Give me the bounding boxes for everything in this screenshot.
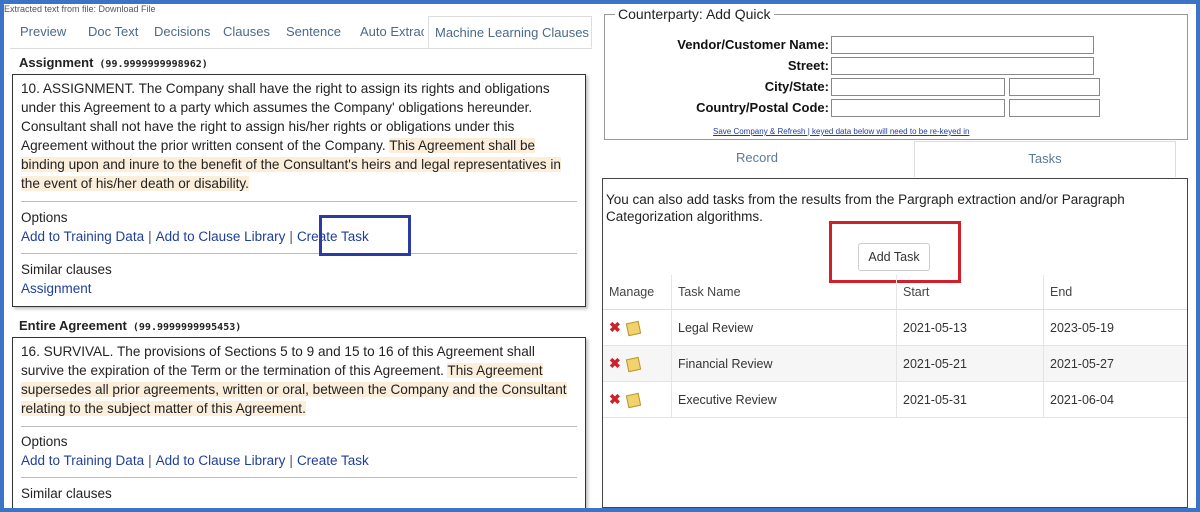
clause-card: 10. ASSIGNMENT. The Company shall have t…	[12, 74, 586, 307]
divider	[21, 253, 577, 254]
table-row: ✖ Executive Review 2021-05-31 2021-06-04	[603, 381, 1187, 418]
link-separator: |	[289, 229, 293, 244]
column-header-manage: Manage	[603, 275, 672, 310]
source-note: Extracted text from file: Download File	[4, 4, 156, 14]
divider	[21, 426, 577, 427]
divider	[21, 201, 577, 202]
tasks-panel: You can also add tasks from the results …	[602, 178, 1188, 508]
start-date-cell: 2021-05-31	[896, 381, 1044, 418]
right-panel: Vendor/Customer Name: Street: City/State…	[598, 4, 1196, 508]
vendor-name-input[interactable]	[831, 36, 1094, 54]
divider	[21, 477, 577, 478]
edit-icon[interactable]	[625, 392, 641, 409]
clause-card: 16. SURVIVAL. The provisions of Sections…	[12, 337, 586, 508]
tab-preview[interactable]: Preview	[20, 16, 88, 48]
street-input[interactable]	[831, 57, 1094, 75]
create-task-link[interactable]: Create Task	[297, 453, 369, 468]
clause-score: (99.9999999998962)	[99, 59, 208, 70]
start-date-cell: 2021-05-13	[896, 309, 1044, 346]
manage-cell: ✖	[603, 345, 672, 382]
clause-title: Assignment (99.9999999998962)	[19, 55, 208, 70]
tab-doc-text[interactable]: Doc Text	[88, 16, 152, 48]
annotation-highlight-box	[319, 215, 411, 256]
tab-tasks[interactable]: Tasks	[914, 141, 1176, 177]
column-header-task-name[interactable]: Task Name	[671, 275, 897, 310]
record-tasks-tabs: Record Tasks	[604, 141, 1182, 177]
edit-icon[interactable]	[625, 320, 641, 337]
table-row: ✖ Financial Review 2021-05-21 2021-05-27	[603, 345, 1187, 382]
counterparty-fieldset: Vendor/Customer Name: Street: City/State…	[604, 14, 1188, 140]
link-separator: |	[148, 453, 152, 468]
options-label: Options	[21, 210, 68, 225]
clause-tabs: Preview Doc Text Decisions Clauses Sente…	[10, 16, 592, 49]
tab-auto-extract[interactable]: Auto Extrac	[360, 16, 424, 48]
city-input[interactable]	[831, 78, 1005, 96]
postal-code-input[interactable]	[1009, 99, 1100, 117]
clause-name: Assignment	[19, 55, 94, 70]
clause-title: Entire Agreement (99.9999999995453)	[19, 318, 241, 333]
end-date-cell: 2023-05-19	[1043, 309, 1187, 346]
task-name-cell: Legal Review	[671, 309, 897, 346]
clause-text: 10. ASSIGNMENT. The Company shall have t…	[21, 79, 577, 193]
column-header-start[interactable]: Start	[896, 275, 1044, 310]
tasks-table: Manage Task Name Start End ✖ Legal Revie…	[603, 275, 1187, 418]
add-to-training-data-link[interactable]: Add to Training Data	[21, 229, 144, 244]
clause-text: 16. SURVIVAL. The provisions of Sections…	[21, 342, 577, 418]
similar-clauses-label: Similar clauses	[21, 262, 112, 277]
tasks-intro-text: You can also add tasks from the results …	[606, 192, 1125, 224]
end-date-cell: 2021-05-27	[1043, 345, 1187, 382]
start-date-cell: 2021-05-21	[896, 345, 1044, 382]
end-date-cell: 2021-06-04	[1043, 381, 1187, 418]
save-company-refresh-link[interactable]: Save Company & Refresh | keyed data belo…	[713, 127, 969, 136]
city-state-label: City/State:	[764, 79, 829, 94]
vendor-name-label: Vendor/Customer Name:	[677, 37, 829, 52]
counterparty-legend: Counterparty: Add Quick	[615, 6, 774, 22]
link-separator: |	[148, 229, 152, 244]
column-header-end[interactable]: End	[1043, 275, 1187, 310]
options-label: Options	[21, 434, 68, 449]
edit-icon[interactable]	[625, 356, 641, 373]
table-row: ✖ Legal Review 2021-05-13 2023-05-19	[603, 309, 1187, 346]
add-to-clause-library-link[interactable]: Add to Clause Library	[156, 229, 286, 244]
left-panel: Extracted text from file: Download File …	[4, 4, 594, 508]
annotation-highlight-box	[829, 221, 961, 283]
similar-clauses-label: Similar clauses	[21, 486, 112, 501]
state-input[interactable]	[1009, 78, 1100, 96]
country-input[interactable]	[831, 99, 1005, 117]
manage-cell: ✖	[603, 309, 672, 346]
table-header-row: Manage Task Name Start End	[603, 275, 1187, 310]
clause-score: (99.9999999995453)	[132, 322, 242, 333]
delete-icon[interactable]: ✖	[609, 391, 621, 407]
tab-machine-learning-clauses[interactable]: Machine Learning Clauses	[428, 16, 592, 48]
delete-icon[interactable]: ✖	[609, 355, 621, 371]
clause-actions: Add to Training Data | Add to Clause Libra…	[21, 453, 369, 468]
task-name-cell: Financial Review	[671, 345, 897, 382]
country-postal-label: Country/Postal Code:	[696, 100, 829, 115]
tab-record[interactable]: Record	[604, 141, 910, 177]
tab-clauses[interactable]: Clauses	[223, 16, 279, 48]
link-separator: |	[289, 453, 293, 468]
similar-clause-link[interactable]: Assignment	[21, 281, 92, 296]
tab-sentence[interactable]: Sentence	[286, 16, 350, 48]
task-name-cell: Executive Review	[671, 381, 897, 418]
street-label: Street:	[787, 58, 829, 73]
add-to-training-data-link[interactable]: Add to Training Data	[21, 453, 144, 468]
tab-decisions[interactable]: Decisions	[154, 16, 210, 48]
manage-cell: ✖	[603, 381, 672, 418]
delete-icon[interactable]: ✖	[609, 319, 621, 335]
add-to-clause-library-link[interactable]: Add to Clause Library	[156, 453, 286, 468]
clause-name: Entire Agreement	[19, 318, 127, 333]
clause-actions: Add to Training Data | Add to Clause Libra…	[21, 229, 369, 244]
